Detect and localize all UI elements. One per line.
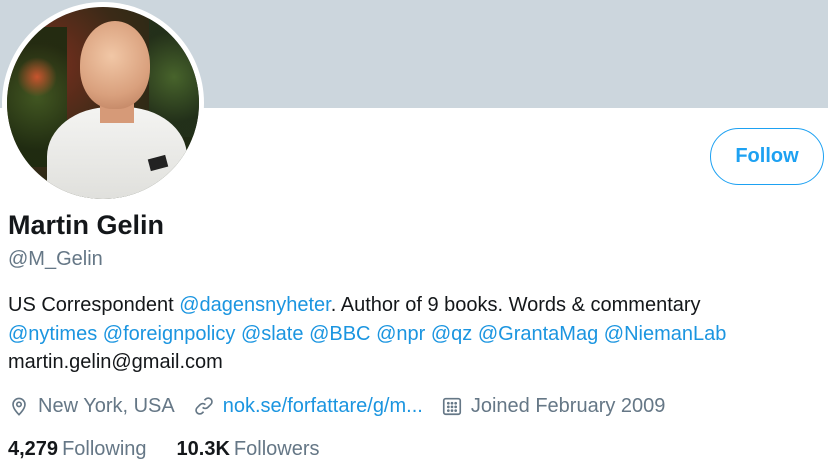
follow-button[interactable]: Follow xyxy=(710,128,824,185)
mention-link[interactable]: @slate xyxy=(241,323,304,345)
followers-link[interactable]: 10.3K Followers xyxy=(177,438,320,461)
calendar-icon xyxy=(442,397,461,416)
following-count: 4,279 xyxy=(8,438,59,460)
location-item: New York, USA xyxy=(8,395,175,418)
bio-line-2: @nytimes @foreignpolicy @slate @BBC @npr… xyxy=(8,320,823,349)
link-icon xyxy=(194,397,213,415)
mention-link[interactable]: @GrantaMag xyxy=(478,323,598,345)
profile-handle: @M_Gelin xyxy=(8,248,103,270)
avatar[interactable] xyxy=(2,2,204,204)
followers-count: 10.3K xyxy=(176,438,230,460)
bio-text: . Author of 9 books. Words & commentary xyxy=(330,294,701,316)
followers-label: Followers xyxy=(233,438,320,460)
location-pin-icon xyxy=(12,397,26,416)
website-link[interactable]: nok.se/forfattare/g/m... xyxy=(223,395,423,418)
mention-link[interactable]: @foreignpolicy xyxy=(103,323,236,345)
mention-link[interactable]: @qz xyxy=(431,323,472,345)
profile-meta: New York, USA nok.se/forfattare/g/m... J… xyxy=(8,392,683,420)
bio-email: martin.gelin@gmail.com xyxy=(8,351,223,373)
mention-link[interactable]: @NiemanLab xyxy=(604,323,727,345)
location-text: New York, USA xyxy=(38,394,175,417)
profile-bio: US Correspondent @dagensnyheter. Author … xyxy=(8,291,823,377)
profile-name: Martin Gelin xyxy=(8,210,165,240)
website-item[interactable]: nok.se/forfattare/g/m... xyxy=(193,395,423,418)
joined-item: Joined February 2009 xyxy=(441,394,666,418)
mention-link[interactable]: @nytimes xyxy=(8,323,97,345)
following-label: Following xyxy=(62,438,147,460)
bio-line-1: US Correspondent @dagensnyheter. Author … xyxy=(8,291,823,320)
mention-link[interactable]: @dagensnyheter xyxy=(179,294,331,316)
joined-text: Joined February 2009 xyxy=(470,394,666,417)
profile-stats: 4,279 Following 10.3K Followers xyxy=(8,438,350,461)
mention-link[interactable]: @npr xyxy=(376,323,425,345)
avatar-photo xyxy=(7,7,199,199)
bio-text: US Correspondent xyxy=(8,294,180,316)
mention-link[interactable]: @BBC xyxy=(309,323,370,345)
following-link[interactable]: 4,279 Following xyxy=(8,438,147,461)
